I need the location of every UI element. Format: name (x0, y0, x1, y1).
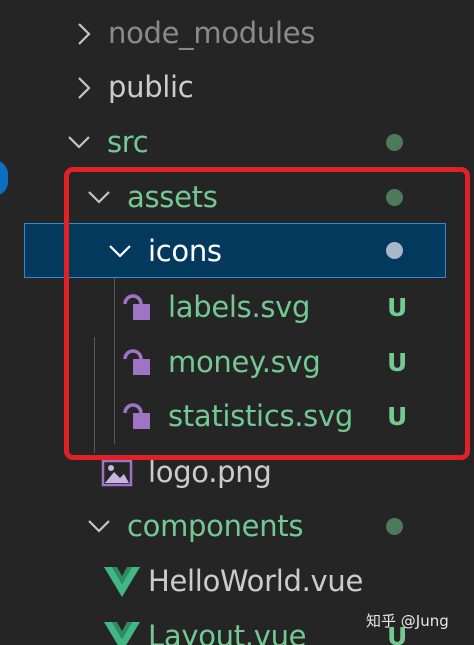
chevron-right-icon (70, 6, 100, 61)
tree-item-label: node_modules (108, 16, 316, 50)
tree-item-label: HelloWorld.vue (148, 564, 364, 598)
tree-item-label: statistics.svg (168, 399, 353, 433)
tree-item-label: logo.png (148, 455, 272, 489)
modified-dot-icon (386, 518, 403, 535)
tree-item-money-svg[interactable]: money.svg U (0, 335, 474, 390)
tree-item-label: components (127, 509, 304, 543)
tree-item-src[interactable]: src (0, 115, 474, 170)
vue-file-icon (104, 622, 140, 645)
untracked-badge: U (387, 348, 408, 377)
modified-dot-icon (386, 242, 403, 259)
tree-item-label: src (107, 125, 149, 159)
tree-item-icons[interactable]: icons (24, 223, 446, 278)
tree-item-assets[interactable]: assets (0, 170, 474, 225)
tree-item-helloworld-vue[interactable]: HelloWorld.vue (0, 554, 474, 609)
tree-item-label: public (108, 70, 194, 104)
tree-item-public[interactable]: public (0, 60, 474, 115)
tree-item-statistics-svg[interactable]: statistics.svg U (0, 389, 474, 444)
tree-item-components[interactable]: components (0, 499, 474, 554)
chevron-down-icon (84, 499, 114, 554)
chevron-down-icon (105, 224, 135, 279)
untracked-badge: U (387, 402, 408, 431)
vue-file-icon (104, 567, 140, 601)
modified-dot-icon (386, 134, 403, 151)
tree-item-label: Layout.vue (148, 619, 307, 645)
chevron-down-icon (84, 170, 114, 225)
svg-file-icon (121, 347, 153, 383)
tree-item-label: money.svg (168, 345, 321, 379)
modified-dot-icon (386, 189, 403, 206)
tree-item-node-modules[interactable]: node_modules (0, 6, 474, 61)
chevron-right-icon (70, 60, 100, 115)
image-file-icon (101, 459, 133, 491)
tree-item-label: labels.svg (168, 290, 311, 324)
chevron-down-icon (64, 115, 94, 170)
tree-item-labels-svg[interactable]: labels.svg U (0, 280, 474, 335)
untracked-badge: U (387, 293, 408, 322)
svg-file-icon (121, 401, 153, 437)
tree-item-logo-png[interactable]: logo.png (0, 445, 474, 500)
file-explorer: node_modules public src assets icons lab… (0, 0, 474, 645)
watermark: 知乎 @Jung (366, 612, 449, 630)
tree-item-label: icons (148, 234, 222, 268)
svg-file-icon (121, 292, 153, 328)
tree-item-label: assets (127, 180, 218, 214)
